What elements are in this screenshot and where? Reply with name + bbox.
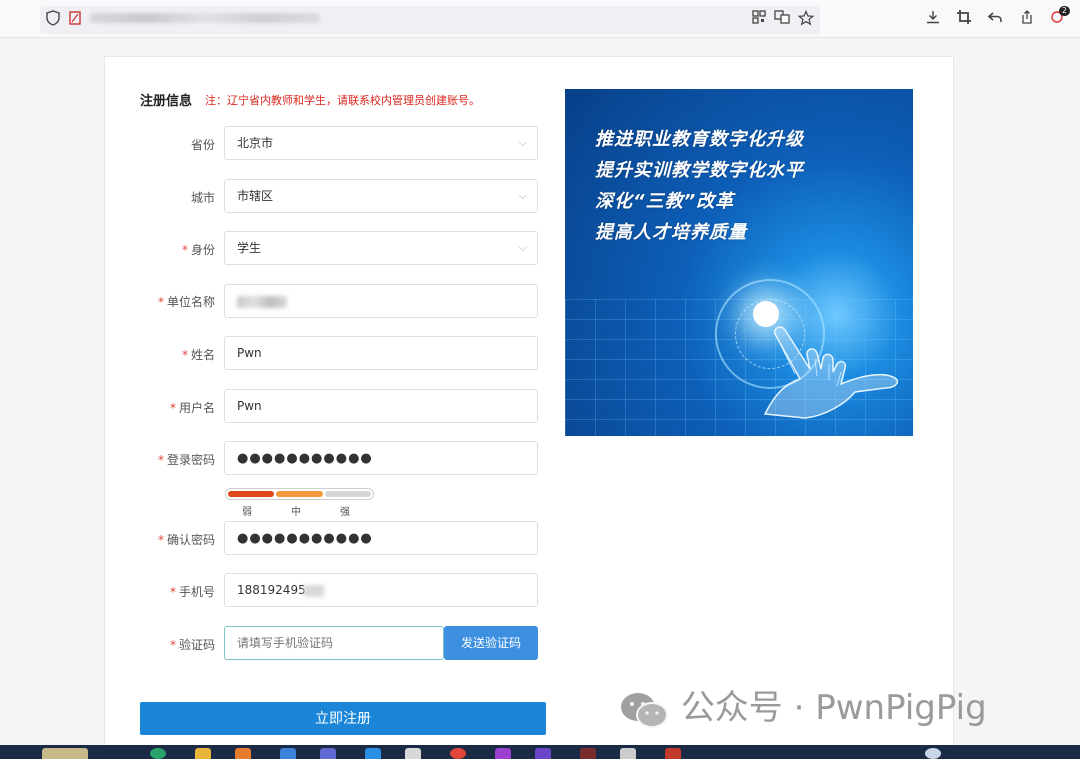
taskbar-app-icon[interactable]	[320, 748, 336, 759]
download-icon[interactable]	[924, 10, 942, 28]
crop-icon[interactable]	[955, 10, 973, 28]
qr-icon[interactable]	[750, 10, 768, 28]
page-icon	[66, 10, 84, 28]
taskbar-app-icon[interactable]	[450, 748, 466, 759]
banner-line-2: 提升实训教学数字化水平	[595, 160, 804, 181]
watermark-text: 公众号 · PwnPigPig	[680, 688, 987, 728]
city-label: 城市	[190, 191, 215, 205]
chevron-down-icon: ⌵	[518, 189, 527, 202]
os-taskbar	[0, 745, 1080, 759]
strength-label-weak: 弱	[242, 507, 252, 518]
identity-select[interactable]: 学生 ⌵	[224, 231, 538, 265]
name-input[interactable]: Pwn	[224, 336, 538, 370]
form-notice: 注：辽宁省内教师和学生，请联系校内管理员创建账号。	[205, 94, 480, 107]
taskbar-app-icon[interactable]	[365, 748, 381, 759]
strength-label-strong: 强	[340, 507, 350, 518]
verify-code-input[interactable]	[224, 626, 444, 660]
taskbar-app-icon[interactable]	[535, 748, 551, 759]
strength-bar-weak	[228, 491, 275, 497]
identity-label: * 身份	[181, 243, 215, 257]
taskbar-app-icon[interactable]	[195, 748, 211, 759]
taskbar-app-icon[interactable]	[150, 748, 166, 759]
chevron-down-icon: ⌵	[518, 241, 527, 254]
browser-toolbar: 2	[0, 0, 1080, 38]
watermark: 公众号 · PwnPigPig	[618, 680, 987, 730]
strength-bar-medium	[276, 491, 323, 497]
redacted-text	[237, 295, 287, 308]
banner-line-4: 提高人才培养质量	[595, 222, 747, 243]
register-button[interactable]: 立即注册	[140, 702, 546, 735]
tray-icon[interactable]	[925, 748, 941, 759]
redacted-text	[303, 584, 324, 597]
taskbar-app-icon[interactable]	[280, 748, 296, 759]
password-input[interactable]: ●●●●●●●●●●●	[224, 441, 538, 475]
name-label: * 姓名	[181, 348, 215, 362]
strength-label-medium: 中	[291, 507, 301, 518]
organization-label: * 单位名称	[157, 295, 215, 309]
url-text-blurred	[90, 13, 320, 23]
taskbar-app-icon[interactable]	[405, 748, 421, 759]
confirm-password-label: * 确认密码	[157, 533, 215, 547]
province-label: 省份	[190, 138, 215, 152]
send-code-button[interactable]: 发送验证码	[444, 626, 538, 660]
confirm-password-input[interactable]: ●●●●●●●●●●●	[224, 521, 538, 555]
translate-icon[interactable]	[773, 10, 791, 28]
username-input[interactable]: Pwn	[224, 389, 538, 423]
shield-icon[interactable]	[44, 10, 62, 28]
username-label: * 用户名	[169, 401, 215, 415]
wechat-icon	[621, 692, 668, 728]
promo-banner: 推进职业教育数字化升级 提升实训教学数字化水平 深化“三教”改革 提高人才培养质…	[565, 89, 913, 436]
banner-line-1: 推进职业教育数字化升级	[595, 129, 804, 150]
strength-bar-strong	[324, 491, 371, 497]
province-select[interactable]: 北京市 ⌵	[224, 126, 538, 160]
chevron-down-icon: ⌵	[518, 136, 527, 149]
verify-code-label: * 验证码	[169, 638, 215, 652]
taskbar-app-icon[interactable]	[665, 748, 681, 759]
taskbar-app-icon[interactable]	[580, 748, 596, 759]
digital-hand-icon	[763, 326, 899, 419]
phone-label: * 手机号	[169, 585, 215, 599]
organization-input[interactable]	[224, 284, 538, 318]
taskbar-app-icon[interactable]	[235, 748, 251, 759]
password-strength-meter	[225, 488, 374, 500]
share-icon[interactable]	[1017, 10, 1035, 28]
taskbar-app-icon[interactable]	[620, 748, 636, 759]
taskbar-app-icon[interactable]	[42, 748, 88, 759]
form-title: 注册信息	[140, 94, 193, 109]
star-icon[interactable]	[797, 10, 815, 28]
extension-icon[interactable]: 2	[1048, 6, 1070, 28]
taskbar-app-icon[interactable]	[495, 748, 511, 759]
password-label: * 登录密码	[157, 453, 215, 467]
phone-input[interactable]: 188192495	[224, 573, 538, 607]
undo-icon[interactable]	[986, 10, 1004, 28]
banner-line-3: 深化“三教”改革	[595, 191, 735, 212]
city-select[interactable]: 市辖区 ⌵	[224, 179, 538, 213]
extension-badge: 2	[1058, 6, 1070, 16]
